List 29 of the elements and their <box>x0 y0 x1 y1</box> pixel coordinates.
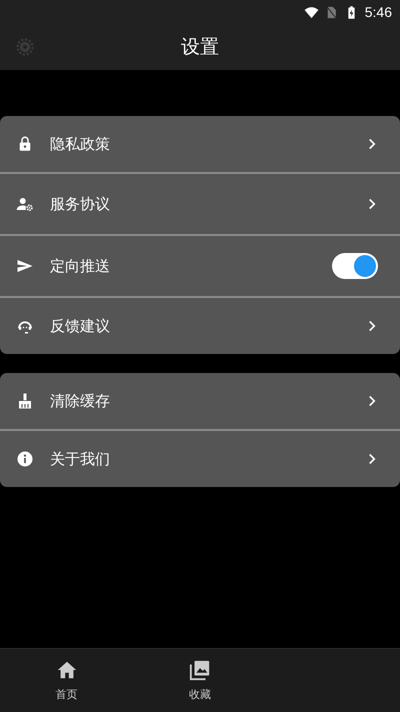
wifi-icon <box>304 4 319 20</box>
status-time: 5:46 <box>364 4 392 20</box>
settings-row[interactable]: 反馈建议 <box>0 296 400 354</box>
toggle-switch[interactable] <box>332 253 378 279</box>
nav-tab[interactable]: 收藏 <box>133 649 267 712</box>
info-icon <box>16 450 34 468</box>
broom-icon <box>16 392 34 410</box>
settings-row[interactable]: 隐私政策 <box>0 116 400 172</box>
page-title: 设置 <box>181 35 219 60</box>
settings-row[interactable]: 服务协议 <box>0 172 400 234</box>
home-icon <box>56 659 78 681</box>
settings-row[interactable]: 关于我们 <box>0 429 400 487</box>
row-label: 关于我们 <box>50 450 111 468</box>
chevron-icon <box>368 395 376 407</box>
row-label: 反馈建议 <box>50 316 111 336</box>
row-label: 清除缓存 <box>50 392 111 410</box>
chevron-icon <box>368 453 376 465</box>
chevron-icon <box>368 138 376 150</box>
chevron-icon <box>368 198 376 210</box>
row-label: 定向推送 <box>50 256 111 276</box>
settings-row[interactable]: 定向推送 <box>0 234 400 296</box>
gallery-icon <box>189 659 211 681</box>
row-label: 隐私政策 <box>50 134 111 154</box>
nav-tab[interactable]: 首页 <box>0 649 133 712</box>
row-label: 服务协议 <box>50 194 111 214</box>
settings-row[interactable]: 清除缓存 <box>0 373 400 429</box>
send-icon <box>16 257 34 275</box>
user-gear-icon <box>16 195 34 213</box>
chevron-icon <box>368 320 376 332</box>
